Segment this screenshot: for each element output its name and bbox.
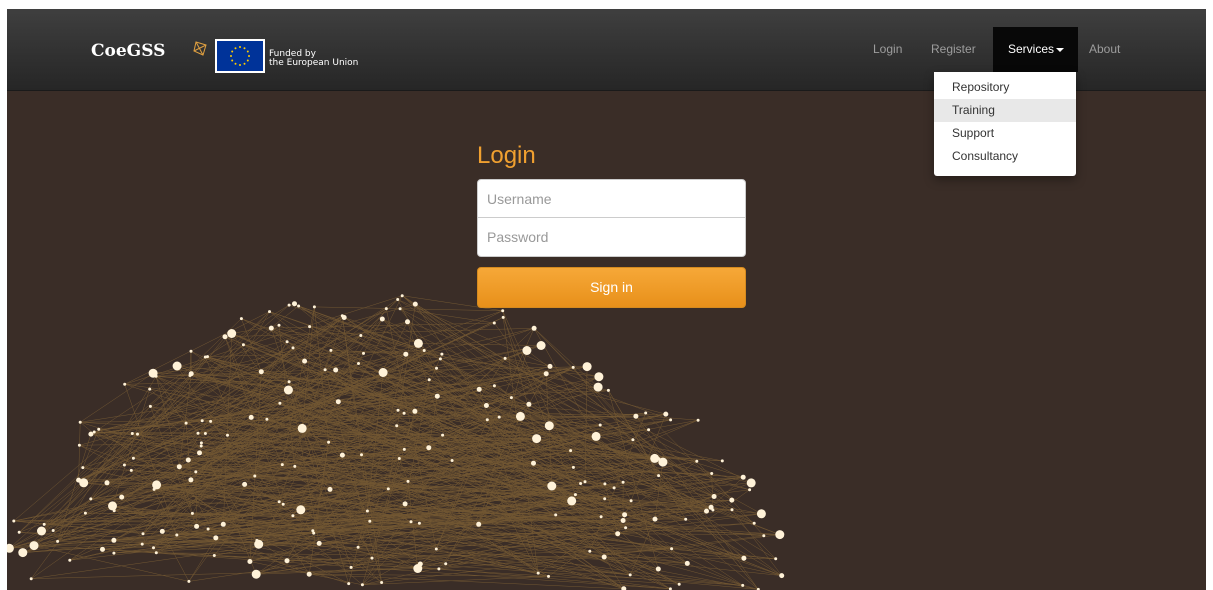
menu-item-training[interactable]: Training [934, 99, 1076, 122]
login-heading: Login [477, 142, 536, 169]
menu-item-consultancy[interactable]: Consultancy [934, 145, 1076, 168]
nav-login-link[interactable]: Login [873, 42, 902, 56]
eu-stars-icon [230, 46, 250, 66]
menu-item-support[interactable]: Support [934, 122, 1076, 145]
eu-star [239, 64, 241, 66]
brand-logo-text[interactable]: CoeGSS [91, 41, 165, 61]
network-edges [9, 295, 782, 590]
page-frame: CoeGSS Funded by the European Union Logi… [7, 9, 1206, 590]
eu-star [231, 59, 234, 62]
nav-services-label: Services [1008, 42, 1055, 56]
eu-star [246, 59, 249, 62]
sign-in-button[interactable]: Sign in [477, 267, 746, 308]
menu-item-repository[interactable]: Repository [934, 76, 1076, 99]
eu-star [234, 62, 237, 65]
eu-text-line2: the European Union [269, 58, 359, 68]
eu-star [239, 46, 241, 48]
eu-star [243, 47, 246, 50]
eu-star [231, 50, 234, 53]
username-input[interactable] [477, 179, 746, 218]
graph-logo-icon [193, 41, 207, 56]
nav-about-link[interactable]: About [1089, 42, 1120, 56]
eu-star [243, 62, 246, 65]
eu-star [230, 55, 232, 57]
nav-register-link[interactable]: Register [931, 42, 976, 56]
services-dropdown-menu: Repository Training Support Consultancy [934, 72, 1076, 176]
eu-star [234, 47, 237, 50]
password-input[interactable] [477, 218, 746, 257]
eu-star [248, 55, 250, 57]
nav-services-dropdown-toggle[interactable]: Services [993, 27, 1078, 72]
eu-star [246, 50, 249, 53]
eu-flag-icon [215, 39, 265, 73]
chevron-down-icon [1056, 48, 1064, 52]
eu-funding-text: Funded by the European Union [269, 50, 358, 68]
